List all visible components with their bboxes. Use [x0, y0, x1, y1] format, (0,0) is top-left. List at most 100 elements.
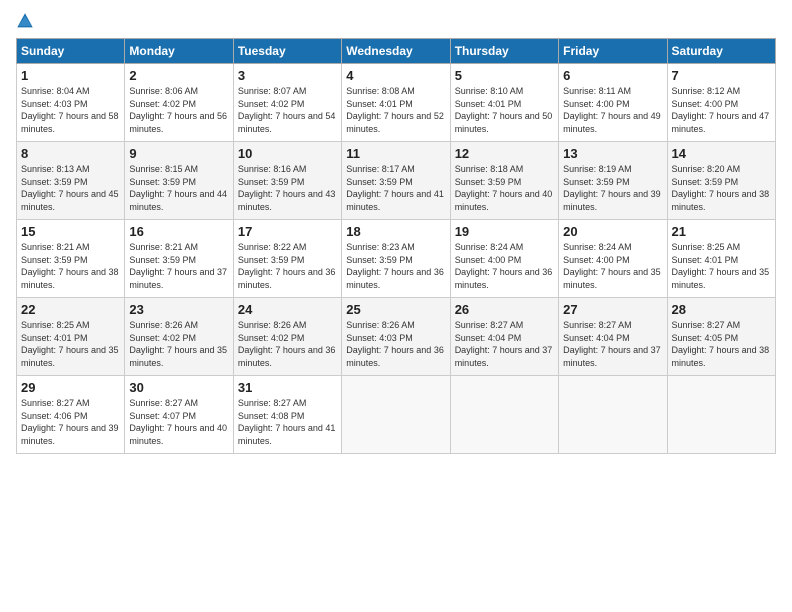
calendar-cell: 3 Sunrise: 8:07 AMSunset: 4:02 PMDayligh… — [233, 64, 341, 142]
day-number: 21 — [672, 224, 771, 239]
week-row-3: 15 Sunrise: 8:21 AMSunset: 3:59 PMDaylig… — [17, 220, 776, 298]
day-number: 14 — [672, 146, 771, 161]
day-info: Sunrise: 8:24 AMSunset: 4:00 PMDaylight:… — [563, 242, 661, 290]
day-number: 25 — [346, 302, 445, 317]
calendar-cell: 15 Sunrise: 8:21 AMSunset: 3:59 PMDaylig… — [17, 220, 125, 298]
calendar-cell: 4 Sunrise: 8:08 AMSunset: 4:01 PMDayligh… — [342, 64, 450, 142]
day-number: 23 — [129, 302, 228, 317]
day-header-wednesday: Wednesday — [342, 39, 450, 64]
day-number: 16 — [129, 224, 228, 239]
day-number: 20 — [563, 224, 662, 239]
calendar-cell: 14 Sunrise: 8:20 AMSunset: 3:59 PMDaylig… — [667, 142, 775, 220]
day-header-tuesday: Tuesday — [233, 39, 341, 64]
logo-icon — [16, 12, 34, 30]
day-number: 26 — [455, 302, 554, 317]
calendar-cell: 6 Sunrise: 8:11 AMSunset: 4:00 PMDayligh… — [559, 64, 667, 142]
calendar-cell: 25 Sunrise: 8:26 AMSunset: 4:03 PMDaylig… — [342, 298, 450, 376]
day-info: Sunrise: 8:21 AMSunset: 3:59 PMDaylight:… — [21, 242, 119, 290]
day-header-saturday: Saturday — [667, 39, 775, 64]
day-info: Sunrise: 8:11 AMSunset: 4:00 PMDaylight:… — [563, 86, 661, 134]
calendar-cell: 28 Sunrise: 8:27 AMSunset: 4:05 PMDaylig… — [667, 298, 775, 376]
day-number: 2 — [129, 68, 228, 83]
calendar-cell — [342, 376, 450, 454]
day-header-friday: Friday — [559, 39, 667, 64]
calendar-cell: 31 Sunrise: 8:27 AMSunset: 4:08 PMDaylig… — [233, 376, 341, 454]
day-info: Sunrise: 8:27 AMSunset: 4:05 PMDaylight:… — [672, 320, 770, 368]
calendar-cell — [450, 376, 558, 454]
day-number: 11 — [346, 146, 445, 161]
calendar-cell: 11 Sunrise: 8:17 AMSunset: 3:59 PMDaylig… — [342, 142, 450, 220]
day-number: 9 — [129, 146, 228, 161]
calendar-cell: 5 Sunrise: 8:10 AMSunset: 4:01 PMDayligh… — [450, 64, 558, 142]
day-info: Sunrise: 8:17 AMSunset: 3:59 PMDaylight:… — [346, 164, 444, 212]
day-number: 8 — [21, 146, 120, 161]
week-row-4: 22 Sunrise: 8:25 AMSunset: 4:01 PMDaylig… — [17, 298, 776, 376]
day-number: 7 — [672, 68, 771, 83]
day-number: 15 — [21, 224, 120, 239]
day-number: 28 — [672, 302, 771, 317]
day-info: Sunrise: 8:08 AMSunset: 4:01 PMDaylight:… — [346, 86, 444, 134]
day-number: 1 — [21, 68, 120, 83]
day-info: Sunrise: 8:26 AMSunset: 4:02 PMDaylight:… — [238, 320, 336, 368]
calendar-cell: 18 Sunrise: 8:23 AMSunset: 3:59 PMDaylig… — [342, 220, 450, 298]
calendar-cell: 1 Sunrise: 8:04 AMSunset: 4:03 PMDayligh… — [17, 64, 125, 142]
calendar-body: 1 Sunrise: 8:04 AMSunset: 4:03 PMDayligh… — [17, 64, 776, 454]
day-info: Sunrise: 8:27 AMSunset: 4:06 PMDaylight:… — [21, 398, 119, 446]
week-row-2: 8 Sunrise: 8:13 AMSunset: 3:59 PMDayligh… — [17, 142, 776, 220]
day-info: Sunrise: 8:12 AMSunset: 4:00 PMDaylight:… — [672, 86, 770, 134]
day-info: Sunrise: 8:06 AMSunset: 4:02 PMDaylight:… — [129, 86, 227, 134]
calendar-cell: 2 Sunrise: 8:06 AMSunset: 4:02 PMDayligh… — [125, 64, 233, 142]
calendar-header-row: SundayMondayTuesdayWednesdayThursdayFrid… — [17, 39, 776, 64]
week-row-5: 29 Sunrise: 8:27 AMSunset: 4:06 PMDaylig… — [17, 376, 776, 454]
day-info: Sunrise: 8:25 AMSunset: 4:01 PMDaylight:… — [21, 320, 119, 368]
calendar-cell: 23 Sunrise: 8:26 AMSunset: 4:02 PMDaylig… — [125, 298, 233, 376]
calendar-table: SundayMondayTuesdayWednesdayThursdayFrid… — [16, 38, 776, 454]
day-info: Sunrise: 8:10 AMSunset: 4:01 PMDaylight:… — [455, 86, 553, 134]
day-number: 13 — [563, 146, 662, 161]
calendar-cell: 7 Sunrise: 8:12 AMSunset: 4:00 PMDayligh… — [667, 64, 775, 142]
calendar-cell: 26 Sunrise: 8:27 AMSunset: 4:04 PMDaylig… — [450, 298, 558, 376]
day-number: 18 — [346, 224, 445, 239]
day-number: 30 — [129, 380, 228, 395]
day-info: Sunrise: 8:26 AMSunset: 4:02 PMDaylight:… — [129, 320, 227, 368]
day-header-thursday: Thursday — [450, 39, 558, 64]
day-info: Sunrise: 8:04 AMSunset: 4:03 PMDaylight:… — [21, 86, 119, 134]
calendar-cell: 10 Sunrise: 8:16 AMSunset: 3:59 PMDaylig… — [233, 142, 341, 220]
day-info: Sunrise: 8:16 AMSunset: 3:59 PMDaylight:… — [238, 164, 336, 212]
logo — [16, 12, 36, 30]
calendar-cell: 30 Sunrise: 8:27 AMSunset: 4:07 PMDaylig… — [125, 376, 233, 454]
day-number: 6 — [563, 68, 662, 83]
day-number: 31 — [238, 380, 337, 395]
day-number: 22 — [21, 302, 120, 317]
day-info: Sunrise: 8:22 AMSunset: 3:59 PMDaylight:… — [238, 242, 336, 290]
day-info: Sunrise: 8:24 AMSunset: 4:00 PMDaylight:… — [455, 242, 553, 290]
calendar-cell: 13 Sunrise: 8:19 AMSunset: 3:59 PMDaylig… — [559, 142, 667, 220]
day-number: 4 — [346, 68, 445, 83]
day-number: 27 — [563, 302, 662, 317]
day-number: 10 — [238, 146, 337, 161]
calendar-cell: 29 Sunrise: 8:27 AMSunset: 4:06 PMDaylig… — [17, 376, 125, 454]
calendar-cell: 12 Sunrise: 8:18 AMSunset: 3:59 PMDaylig… — [450, 142, 558, 220]
calendar-cell: 19 Sunrise: 8:24 AMSunset: 4:00 PMDaylig… — [450, 220, 558, 298]
calendar-cell: 22 Sunrise: 8:25 AMSunset: 4:01 PMDaylig… — [17, 298, 125, 376]
week-row-1: 1 Sunrise: 8:04 AMSunset: 4:03 PMDayligh… — [17, 64, 776, 142]
day-info: Sunrise: 8:19 AMSunset: 3:59 PMDaylight:… — [563, 164, 661, 212]
day-number: 24 — [238, 302, 337, 317]
day-info: Sunrise: 8:23 AMSunset: 3:59 PMDaylight:… — [346, 242, 444, 290]
day-number: 12 — [455, 146, 554, 161]
calendar-cell — [559, 376, 667, 454]
day-info: Sunrise: 8:27 AMSunset: 4:04 PMDaylight:… — [455, 320, 553, 368]
calendar-cell: 17 Sunrise: 8:22 AMSunset: 3:59 PMDaylig… — [233, 220, 341, 298]
day-info: Sunrise: 8:26 AMSunset: 4:03 PMDaylight:… — [346, 320, 444, 368]
calendar-cell — [667, 376, 775, 454]
day-number: 17 — [238, 224, 337, 239]
calendar-cell: 8 Sunrise: 8:13 AMSunset: 3:59 PMDayligh… — [17, 142, 125, 220]
day-number: 29 — [21, 380, 120, 395]
day-info: Sunrise: 8:27 AMSunset: 4:04 PMDaylight:… — [563, 320, 661, 368]
calendar-cell: 21 Sunrise: 8:25 AMSunset: 4:01 PMDaylig… — [667, 220, 775, 298]
day-info: Sunrise: 8:20 AMSunset: 3:59 PMDaylight:… — [672, 164, 770, 212]
day-info: Sunrise: 8:27 AMSunset: 4:08 PMDaylight:… — [238, 398, 336, 446]
day-header-monday: Monday — [125, 39, 233, 64]
day-info: Sunrise: 8:21 AMSunset: 3:59 PMDaylight:… — [129, 242, 227, 290]
day-number: 3 — [238, 68, 337, 83]
